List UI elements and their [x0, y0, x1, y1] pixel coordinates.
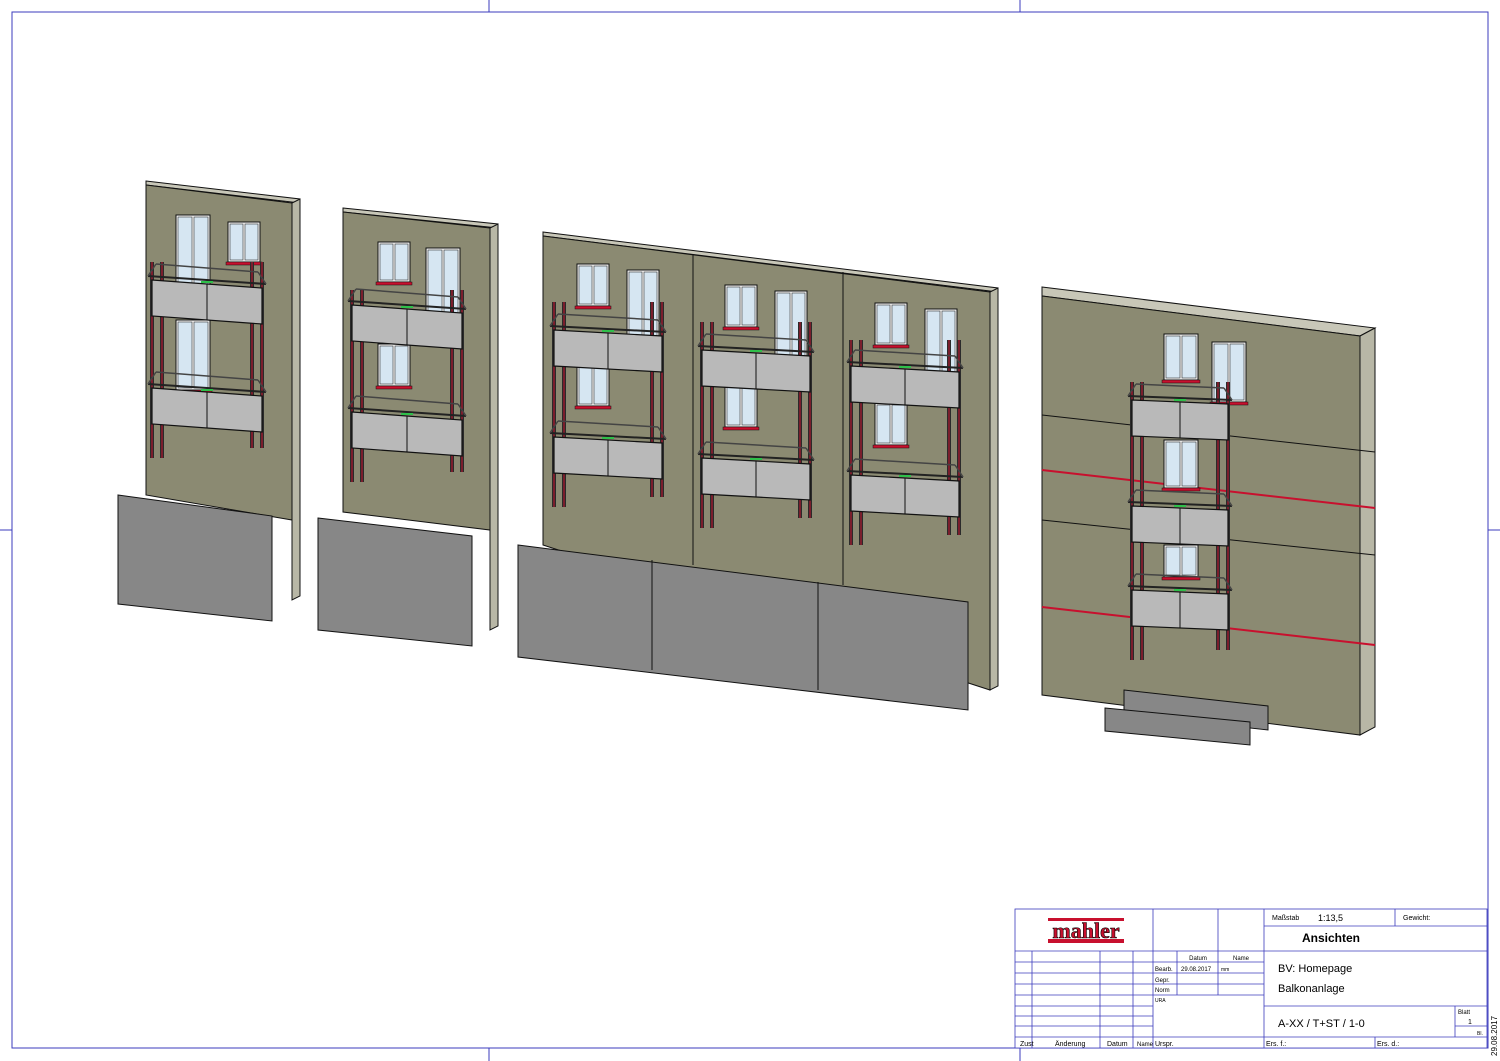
b2-win-1-sill — [375, 281, 413, 286]
rev-urspr: Urspr. — [1155, 1041, 1174, 1048]
b3-win-a-1-pane-l — [726, 286, 741, 326]
b1-plinth — [117, 494, 273, 622]
rev-datum: Datum — [1107, 1041, 1128, 1048]
rev-name: Name — [1137, 1042, 1154, 1048]
b4-win-4-sill — [1161, 576, 1201, 581]
b4-win-4-pane-l — [1165, 546, 1181, 576]
row-gepr: Gepr. — [1155, 978, 1170, 984]
b1-wall — [145, 184, 293, 521]
b3-win-a-0-sill — [574, 305, 612, 310]
b3-win-c-0-pane-l — [578, 365, 593, 405]
b1-win-2-sill — [225, 261, 263, 266]
b3-win-c-1-pane-r — [741, 386, 756, 426]
b3-win-c-1-sill — [722, 426, 760, 431]
b3-tower-2-marker-1 — [750, 458, 762, 460]
b3-win-a-2-sill — [872, 344, 910, 349]
col-name: Name — [1233, 956, 1250, 962]
b3-win-c-2-pane-r — [891, 404, 906, 444]
row-norm: Norm — [1155, 988, 1170, 994]
b3-win-c-1-pane-l — [726, 386, 741, 426]
b3-tower-1-marker-0 — [602, 330, 614, 332]
b3-tower-1-marker-1 — [602, 437, 614, 439]
b3-win-c-0-pane-r — [593, 365, 608, 405]
weight-label: Gewicht: — [1403, 915, 1430, 922]
col-date: Datum — [1189, 956, 1207, 962]
b1-tower-marker-1 — [201, 389, 213, 391]
bearb-name: mm — [1221, 967, 1229, 973]
b4-tower-marker-1 — [1174, 505, 1186, 507]
b2-win-1-pane-r — [394, 243, 409, 281]
sheet-sub: Bl. — [1477, 1031, 1483, 1037]
b3-win-a-1-sill — [722, 326, 760, 331]
mahler-logo: mahler — [1048, 918, 1124, 943]
scale-label: Maßstab — [1272, 915, 1299, 922]
b4-tower-marker-2 — [1174, 589, 1186, 591]
b3-wall-side — [989, 287, 999, 691]
b2-plinth — [317, 517, 473, 647]
b2-win-3-sill — [375, 385, 413, 390]
sheet-label: Blatt — [1458, 1010, 1470, 1016]
b1-wall-side — [291, 198, 301, 601]
b3-tower-2-marker-0 — [750, 350, 762, 352]
drawing-sheet: mahler Maßstab 1:13,5 Gewicht: Ansichten… — [0, 0, 1500, 1061]
b1-win-2-pane-r — [244, 223, 259, 261]
scale-value: 1:13,5 — [1318, 913, 1343, 923]
b3-win-a-0-pane-r — [593, 265, 608, 305]
b4-win-3-sill — [1161, 487, 1201, 492]
b2-wall — [342, 211, 491, 531]
b2-win-3-pane-r — [394, 345, 409, 385]
b3-win-a-2-pane-l — [876, 304, 891, 344]
b3-win-c-2-sill — [872, 444, 910, 449]
subject-line: Balkonanlage — [1278, 983, 1345, 995]
b1-tower-marker-0 — [201, 281, 213, 283]
b2-tower-marker-0 — [401, 306, 413, 308]
drawing-title: Ansichten — [1302, 931, 1360, 945]
b2-win-3-pane-l — [379, 345, 394, 385]
b3-win-c-0-sill — [574, 405, 612, 410]
row-bearb: Bearb. — [1155, 967, 1173, 973]
b4-win-3-pane-l — [1165, 441, 1181, 487]
b3-win-c-2-pane-l — [876, 404, 891, 444]
rev-aend: Änderung — [1055, 1040, 1085, 1048]
b2-wall-side — [489, 223, 499, 631]
ers-durch: Ers. d.: — [1377, 1041, 1399, 1048]
b4-win-2-pane-r — [1229, 343, 1245, 401]
b3-win-a-1-pane-r — [741, 286, 756, 326]
b1-win-2-pane-l — [229, 223, 244, 261]
ers-fuer: Ers. f.: — [1266, 1041, 1286, 1048]
b1-win-3-pane-l — [177, 321, 193, 389]
plot-date: 29.08.2017 — [1490, 1015, 1499, 1056]
row-blank: URA — [1155, 998, 1166, 1004]
b3-tower-3-marker-1 — [899, 475, 911, 477]
balcony-elevations — [117, 180, 1377, 746]
logo-text: mahler — [1052, 918, 1119, 943]
b3-win-a-0-pane-l — [578, 265, 593, 305]
b2-win-1-pane-l — [379, 243, 394, 281]
b4-win-1-pane-r — [1181, 335, 1197, 379]
rev-zust: Zust — [1020, 1041, 1034, 1048]
b4-tower-marker-0 — [1174, 399, 1186, 401]
b4-wall-side — [1359, 327, 1376, 736]
project-line: BV: Homepage — [1278, 963, 1352, 975]
b4-win-4-pane-r — [1181, 546, 1197, 576]
bearb-date: 29.08.2017 — [1181, 967, 1212, 973]
b4-win-1-sill — [1161, 379, 1201, 384]
b4-win-1-pane-l — [1165, 335, 1181, 379]
sheet-value: 1 — [1468, 1019, 1472, 1026]
b4-win-3-pane-r — [1181, 441, 1197, 487]
b3-tower-3-marker-0 — [899, 366, 911, 368]
drawing-number: A-XX / T+ST / 1-0 — [1278, 1018, 1365, 1030]
b1-win-3-pane-r — [193, 321, 209, 389]
b3-win-a-2-pane-r — [891, 304, 906, 344]
b2-tower-marker-1 — [401, 413, 413, 415]
